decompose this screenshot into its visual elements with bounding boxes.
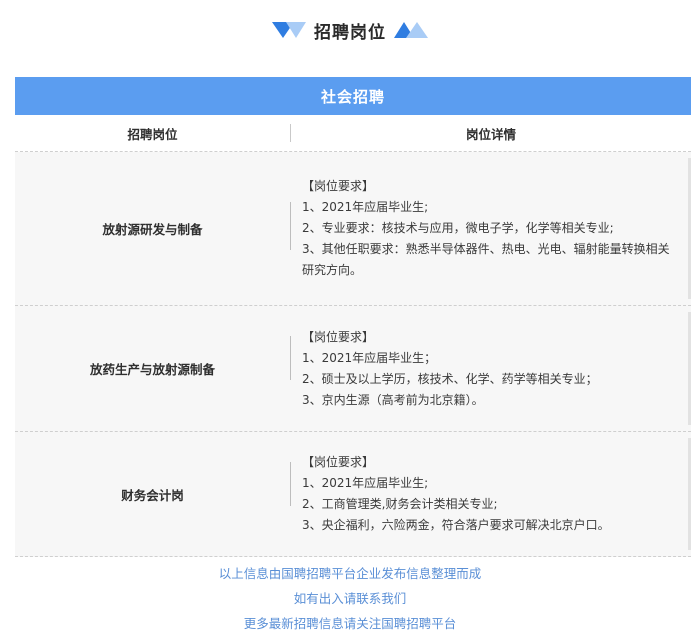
double-triangle-up-icon [394, 22, 428, 38]
requirement-line: 2、专业要求：核技术与应用，微电子学，化学等相关专业; [302, 221, 614, 235]
column-header-position: 招聘岗位 [127, 126, 178, 142]
footer-notes: 以上信息由国聘招聘平台企业发布信息整理而成 如有出入请联系我们 更多最新招聘信息… [0, 561, 700, 636]
requirement-line: 1、2021年应届毕业生; [302, 200, 429, 214]
row-scroll-indicator [688, 158, 691, 299]
requirement-line: 1、2021年应届毕业生; [302, 476, 429, 490]
table-row: 放药生产与放射源制备 【岗位要求】 1、2021年应届毕业生； 2、硕士及以上学… [15, 306, 691, 432]
table-row: 财务会计岗 【岗位要求】 1、2021年应届毕业生; 2、工商管理类,财务会计类… [15, 432, 691, 557]
requirement-line: 3、其他任职要求：熟悉半导体器件、热电、光电、辐射能量转换相关研究方向。 [302, 242, 670, 277]
table-column-header: 招聘岗位 岗位详情 [15, 115, 691, 152]
detail-divider [290, 202, 291, 250]
position-name: 放药生产与放射源制备 [89, 362, 215, 377]
requirement-line: 1、2021年应届毕业生； [302, 350, 437, 365]
footer-source-note: 以上信息由国聘招聘平台企业发布信息整理而成 [218, 566, 482, 581]
requirements-title: 【岗位要求】 [302, 455, 375, 469]
row-scroll-indicator [688, 312, 691, 425]
table-banner: 社会招聘 [15, 77, 691, 115]
column-header-details: 岗位详情 [465, 126, 516, 142]
page: 招聘岗位 社会招聘 招聘岗位 岗位详情 放射源研发与制备 【岗位要求】 1、20… [0, 0, 700, 638]
position-detail: 【岗位要求】 1、2021年应届毕业生; 2、专业要求：核技术与应用，微电子学，… [290, 152, 688, 305]
double-triangle-down-icon [272, 22, 306, 38]
position-name: 财务会计岗 [121, 487, 184, 503]
section-header: 招聘岗位 [0, 14, 700, 46]
table-row: 放射源研发与制备 【岗位要求】 1、2021年应届毕业生; 2、专业要求：核技术… [15, 152, 691, 306]
position-name: 放射源研发与制备 [102, 222, 203, 237]
row-scroll-indicator [688, 438, 691, 550]
requirement-line: 2、工商管理类,财务会计类相关专业; [302, 497, 498, 511]
job-table: 社会招聘 招聘岗位 岗位详情 放射源研发与制备 【岗位要求】 1、2021年应届… [15, 77, 691, 557]
position-detail: 【岗位要求】 1、2021年应届毕业生; 2、工商管理类,财务会计类相关专业; … [290, 432, 688, 556]
requirement-line: 3、京内生源（高考前为北京籍）。 [302, 392, 484, 407]
requirement-line: 3、央企福利，六险两金，符合落户要求可解决北京户口。 [302, 518, 610, 532]
requirements-title: 【岗位要求】 [302, 179, 375, 193]
detail-divider [290, 462, 291, 506]
position-detail: 【岗位要求】 1、2021年应届毕业生； 2、硕士及以上学历，核技术、化学、药学… [290, 306, 688, 431]
detail-divider [290, 336, 291, 380]
footer-contact-link[interactable]: 如有出入请联系我们 [0, 586, 700, 611]
requirement-line: 2、硕士及以上学历，核技术、化学、药学等相关专业； [302, 371, 598, 386]
footer-follow-link[interactable]: 更多最新招聘信息请关注国聘招聘平台 [0, 611, 700, 636]
requirements-title: 【岗位要求】 [302, 329, 375, 344]
page-title: 招聘岗位 [314, 22, 386, 43]
